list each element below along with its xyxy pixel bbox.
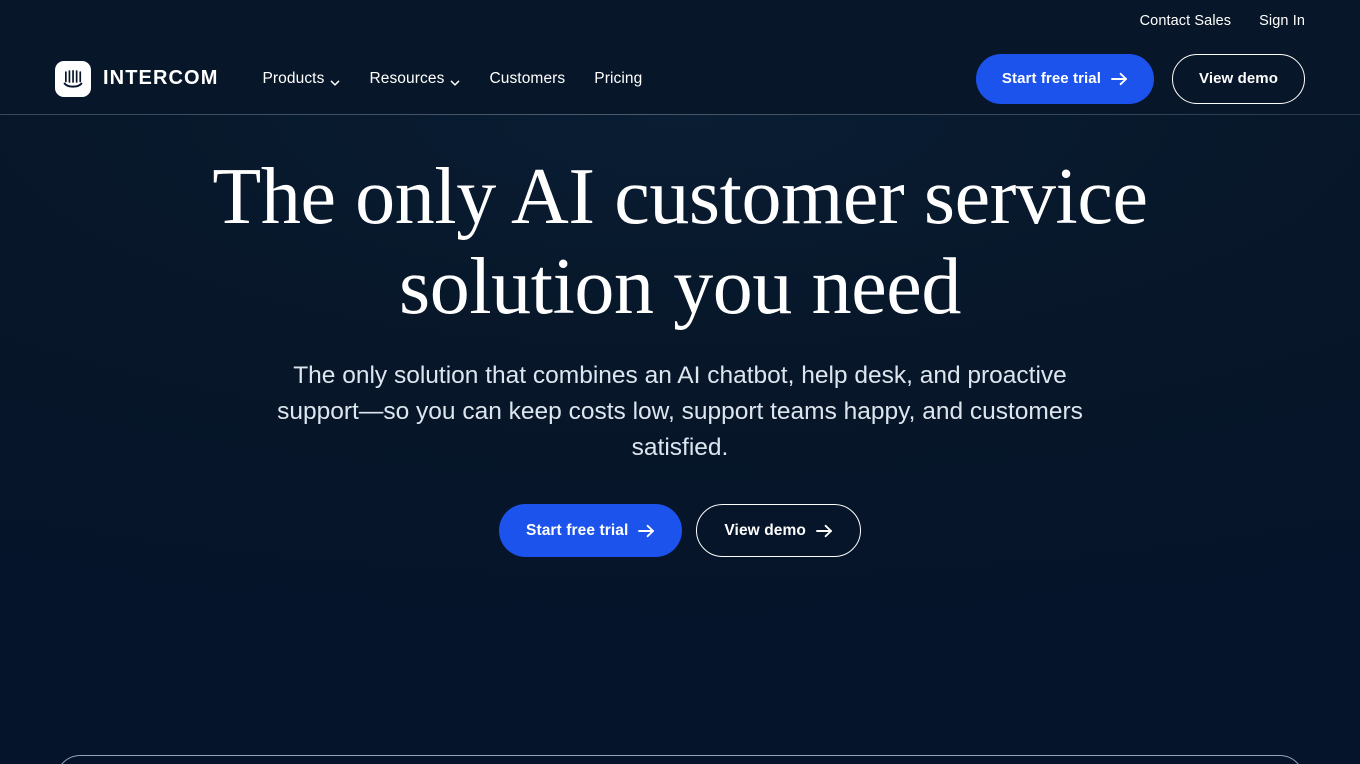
nav-item-products[interactable]: Products — [262, 70, 340, 88]
chevron-down-icon — [330, 75, 340, 86]
intercom-logo-icon — [55, 60, 91, 97]
header-actions: Start free trial View demo — [975, 53, 1305, 104]
nav-item-customers[interactable]: Customers — [489, 70, 565, 88]
site-header: INTERCOM Products Resources Customers Pr… — [0, 42, 1360, 115]
nav-label-resources: Resources — [369, 69, 445, 87]
header-start-free-trial-label: Start free trial — [1001, 70, 1102, 87]
header-view-demo-label: View demo — [1199, 70, 1278, 87]
hero-start-free-trial-button[interactable]: Start free trial — [499, 504, 683, 558]
nav-item-resources[interactable]: Resources — [369, 70, 460, 88]
hero-cta-group: Start free trial View demo — [0, 504, 1360, 558]
utility-bar: Contact Sales Sign In — [0, 0, 1360, 42]
arrow-right-icon — [816, 524, 833, 538]
header-view-demo-button[interactable]: View demo — [1172, 53, 1305, 104]
nav-label-pricing: Pricing — [594, 69, 643, 87]
nav-item-pricing[interactable]: Pricing — [594, 70, 642, 88]
brand-name: INTERCOM — [103, 67, 219, 89]
brand-logo-link[interactable]: INTERCOM — [55, 60, 219, 97]
arrow-right-icon — [638, 524, 655, 538]
hero-view-demo-button[interactable]: View demo — [696, 504, 861, 558]
hero-section: The only AI customer service solution yo… — [0, 115, 1360, 764]
intercom-homepage: Contact Sales Sign In INTERCOM Products — [0, 0, 1360, 764]
sign-in-link[interactable]: Sign In — [1259, 14, 1305, 29]
hero-start-free-trial-label: Start free trial — [526, 521, 629, 539]
contact-sales-link[interactable]: Contact Sales — [1140, 14, 1232, 29]
arrow-right-icon — [1111, 72, 1128, 86]
product-video-card[interactable]: Play with sound — [56, 755, 1304, 764]
header-start-free-trial-button[interactable]: Start free trial — [975, 53, 1155, 104]
hero-view-demo-label: View demo — [724, 521, 806, 539]
nav-label-products: Products — [262, 69, 325, 87]
main-navigation: Products Resources Customers Pricing — [262, 70, 642, 88]
chevron-down-icon — [450, 75, 460, 86]
nav-label-customers: Customers — [489, 69, 566, 87]
hero-headline: The only AI customer service solution yo… — [212, 153, 1148, 331]
hero-subheadline: The only solution that combines an AI ch… — [277, 362, 1083, 462]
